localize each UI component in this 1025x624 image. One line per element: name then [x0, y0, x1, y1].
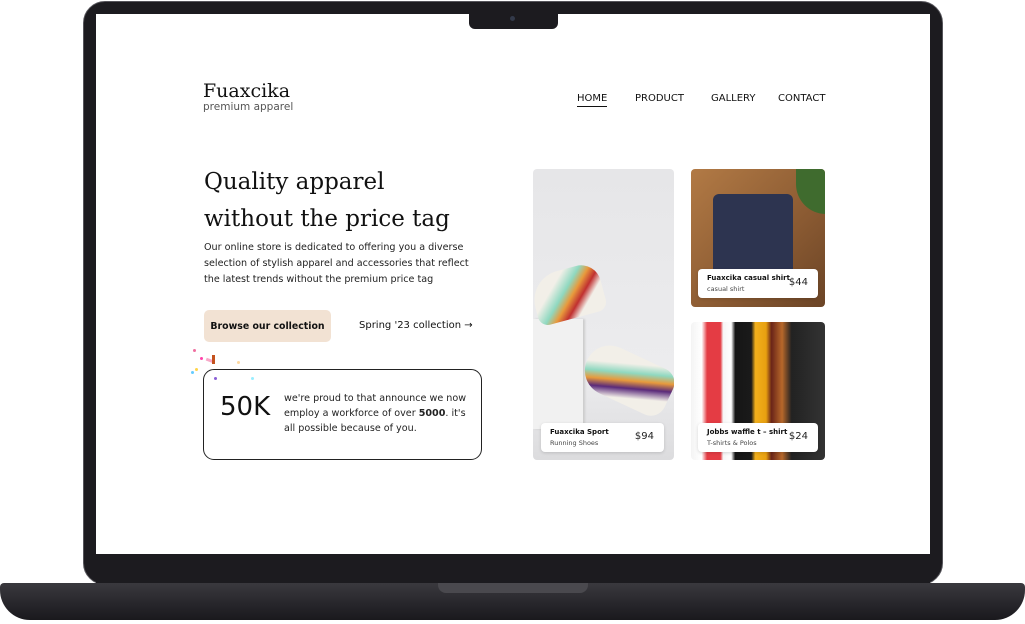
- browse-collection-button[interactable]: Browse our collection: [204, 310, 331, 342]
- product-name: Jobbs waffle t – shirt: [707, 428, 788, 436]
- nav-contact[interactable]: CONTACT: [778, 93, 825, 104]
- product-price: $24: [788, 431, 808, 442]
- stat-text: we're proud to that announce we now empl…: [284, 393, 467, 434]
- button-label: Browse our collection: [210, 320, 325, 332]
- logo-tagline: premium apparel: [203, 101, 294, 113]
- product-card-waffle-tshirt[interactable]: Jobbs waffle t – shirt T-shirts & Polos …: [691, 322, 825, 460]
- product-price: $44: [788, 277, 808, 288]
- spring-collection-link[interactable]: Spring '23 collection →: [359, 320, 473, 331]
- hero-description: Our online store is dedicated to offerin…: [204, 242, 469, 285]
- product-label: Fuaxcika casual shirt casual shirt $44: [698, 269, 818, 298]
- product-price: $94: [634, 431, 654, 442]
- product-name: Fuaxcika Sport: [550, 428, 609, 436]
- hero-title-line1: Quality apparel: [204, 169, 385, 195]
- plant-leaf: [796, 169, 825, 214]
- laptop-chin: [96, 554, 930, 584]
- camera-icon: [510, 16, 515, 21]
- product-category: T-shirts & Polos: [707, 439, 757, 447]
- arrow-right-icon: →: [464, 320, 473, 331]
- pedestal: [533, 319, 583, 429]
- nav-gallery[interactable]: GALLERY: [711, 93, 755, 104]
- logo[interactable]: Fuaxcika: [203, 80, 290, 102]
- hero-title-line2: without the price tag: [204, 206, 450, 232]
- product-card-sport[interactable]: Fuaxcika Sport Running Shoes $94: [533, 169, 674, 460]
- screen: Fuaxcika premium apparel HOME PRODUCT GA…: [96, 14, 930, 554]
- product-category: Running Shoes: [550, 439, 599, 447]
- nav-home[interactable]: HOME: [577, 93, 608, 107]
- stat-number: 50K: [220, 392, 271, 422]
- product-label: Jobbs waffle t – shirt T-shirts & Polos …: [698, 423, 818, 452]
- laptop-groove: [438, 583, 588, 593]
- nav-product[interactable]: PRODUCT: [635, 93, 684, 104]
- product-label: Fuaxcika Sport Running Shoes $94: [541, 423, 664, 452]
- hero-title: Quality apparel without the price tag: [204, 164, 484, 238]
- link-label: Spring '23 collection: [359, 320, 462, 331]
- product-name: Fuaxcika casual shirt: [707, 274, 790, 282]
- shoe-image-2: [576, 337, 674, 421]
- product-category: casual shirt: [707, 285, 745, 293]
- product-card-casual-shirt[interactable]: Fuaxcika casual shirt casual shirt $44: [691, 169, 825, 307]
- shoe-image: [533, 260, 609, 328]
